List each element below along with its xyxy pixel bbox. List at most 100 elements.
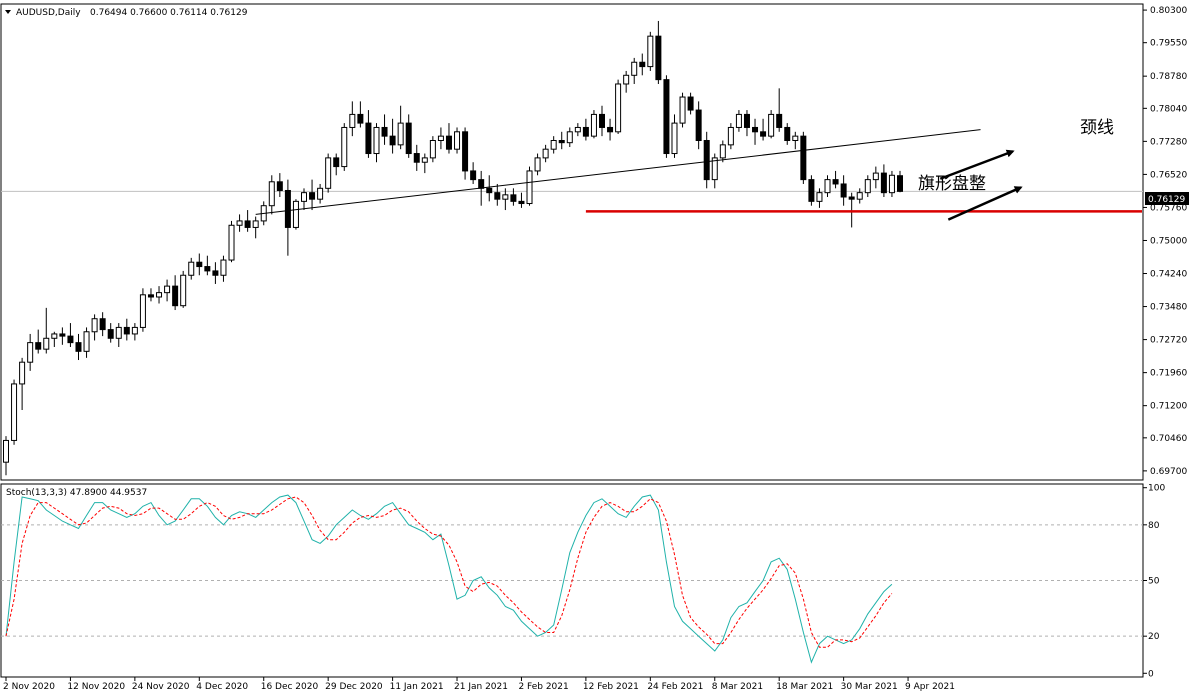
candle-body <box>808 179 815 202</box>
candle-body <box>43 337 50 350</box>
candle-body <box>268 181 275 207</box>
candle-body <box>188 261 195 276</box>
time-tick-label: 4 Dec 2020 <box>196 682 248 692</box>
stoch-tick-label: 20 <box>1148 632 1160 642</box>
candle-body <box>99 318 106 331</box>
candle-body <box>115 326 122 339</box>
candle <box>454 127 461 154</box>
candle-body <box>526 170 533 205</box>
candle-body <box>574 126 581 133</box>
candle-body <box>478 179 485 189</box>
candle-body <box>800 135 807 181</box>
candle <box>808 175 815 206</box>
candle-body <box>703 139 710 181</box>
candle-body <box>51 333 58 339</box>
candle-body <box>397 122 404 146</box>
candle-body <box>687 96 694 111</box>
candle-body <box>454 131 461 150</box>
price-tick-label: 0.80300 <box>1150 6 1187 16</box>
candle-body <box>212 270 219 276</box>
candle-body <box>768 113 775 137</box>
candle <box>590 110 597 139</box>
chart-canvas[interactable]: 0.80300 0.79550 0.78780 0.78040 0.77280 0.765… <box>0 0 1189 695</box>
ohlc-header: 0.76494 0.76600 0.76114 0.76129 <box>90 8 248 18</box>
candle <box>727 123 734 150</box>
price-tick-label: 0.77280 <box>1150 137 1187 147</box>
candle-body <box>897 175 903 192</box>
candle-body <box>172 285 179 307</box>
candle <box>647 31 654 71</box>
candle-body <box>510 194 517 202</box>
price-tick-label: 0.71200 <box>1150 402 1187 412</box>
candle <box>800 131 807 184</box>
candle-body <box>164 285 171 294</box>
candle-body <box>180 274 187 307</box>
stoch-tick-label: 50 <box>1148 577 1160 587</box>
candle-body <box>292 200 299 228</box>
candle-body <box>655 35 662 81</box>
price-tick-label: 0.69700 <box>1150 467 1187 477</box>
candle-body <box>743 113 750 128</box>
candle-body <box>139 294 146 328</box>
candle-body <box>663 79 670 155</box>
candle-body <box>582 126 589 137</box>
price-tick-label: 0.79550 <box>1150 39 1187 49</box>
candle-body <box>325 157 332 189</box>
candle-body <box>735 113 742 128</box>
candle-body <box>494 192 501 200</box>
candle-body <box>91 318 98 333</box>
stoch-tick-label: 100 <box>1148 484 1165 494</box>
candle <box>526 166 533 206</box>
price-tick-label: 0.70460 <box>1150 434 1187 444</box>
candle-body <box>864 179 871 194</box>
candle-body <box>888 174 895 194</box>
candle <box>663 75 670 158</box>
candle-body <box>421 157 428 163</box>
candle-body <box>429 139 436 159</box>
stoch-tick-label: 0 <box>1148 669 1154 679</box>
candle-body <box>204 266 211 272</box>
candle-body <box>623 74 630 85</box>
time-tick-label: 30 Mar 2021 <box>841 682 898 692</box>
symbol-header: AUDUSD,Daily <box>16 8 81 18</box>
candle <box>768 110 775 139</box>
candle-body <box>19 361 26 385</box>
candle <box>228 220 235 263</box>
candle-body <box>301 192 307 202</box>
candle-body <box>156 292 163 298</box>
candle-body <box>776 113 783 128</box>
candle-body <box>792 135 799 141</box>
candle-body <box>317 187 324 200</box>
candle-body <box>558 139 565 144</box>
stoch-header: Stoch(13,3,3) 47.8900 44.9537 <box>6 488 147 498</box>
candle-body <box>123 326 130 335</box>
candle-body <box>647 35 654 68</box>
candle <box>615 79 622 134</box>
candle-body <box>840 183 847 198</box>
candle-body <box>824 179 831 194</box>
candle-body <box>550 139 557 150</box>
candle-body <box>196 261 203 268</box>
time-tick-label: 29 Dec 2020 <box>325 682 383 692</box>
candle-body <box>719 144 726 159</box>
price-tick-label: 0.76520 <box>1150 170 1187 180</box>
candle-body <box>534 157 541 172</box>
time-tick-label: 16 Dec 2020 <box>261 682 319 692</box>
candle <box>679 92 686 128</box>
candle-body <box>228 224 235 261</box>
candle-body <box>615 83 622 133</box>
flag-pattern-label: 旗形盘整 <box>918 174 986 194</box>
candle-body <box>365 122 372 155</box>
candle <box>325 153 332 193</box>
candle-body <box>236 220 243 226</box>
time-tick-label: 9 Apr 2021 <box>905 682 955 692</box>
candle <box>139 288 146 332</box>
price-tick-label: 0.78040 <box>1150 104 1187 114</box>
time-tick-label: 21 Jan 2021 <box>454 682 508 692</box>
candle-body <box>131 326 138 335</box>
candle-body <box>470 170 477 181</box>
time-tick-label: 12 Nov 2020 <box>67 682 125 692</box>
candle <box>180 270 187 308</box>
candle-body <box>856 192 863 200</box>
chart-window: 0.80300 0.79550 0.78780 0.78040 0.77280 0.765… <box>0 0 1189 695</box>
